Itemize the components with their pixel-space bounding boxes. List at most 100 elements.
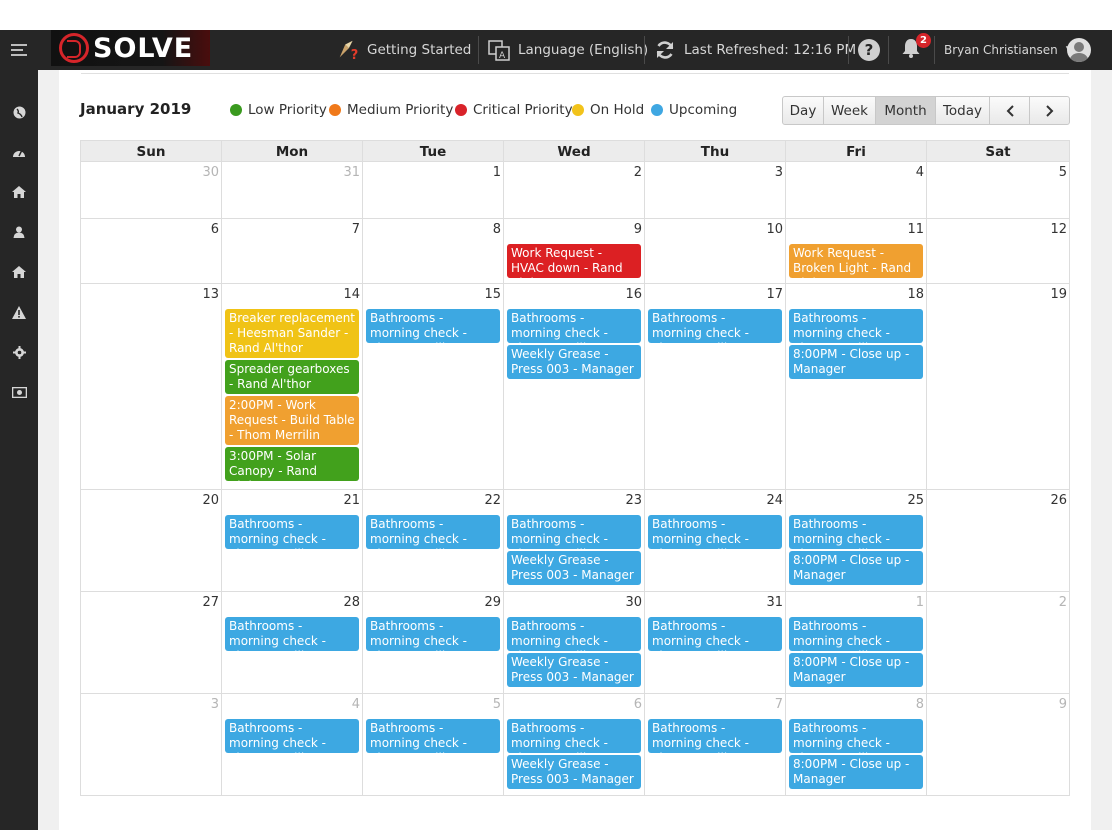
- user-menu[interactable]: Bryan Christiansen ▼: [944, 30, 1073, 70]
- calendar-event[interactable]: Bathrooms - morning check - Thom Merrili…: [648, 309, 782, 343]
- calendar-event[interactable]: Bathrooms - morning check - Thom Merrili…: [366, 309, 500, 343]
- calendar-event[interactable]: Bathrooms - morning check - Thom Merrili…: [366, 515, 500, 549]
- day-number[interactable]: 17: [766, 287, 783, 302]
- day-number[interactable]: 30: [202, 165, 219, 180]
- calendar-event[interactable]: Work Request - HVAC down - Rand Al'thor: [507, 244, 641, 278]
- calendar-day-cell[interactable]: 3: [81, 694, 222, 796]
- calendar-day-cell[interactable]: 3: [645, 162, 786, 219]
- calendar-day-cell[interactable]: 20: [81, 490, 222, 592]
- calendar-day-cell[interactable]: 10: [645, 219, 786, 284]
- week-view-button[interactable]: Week: [824, 97, 876, 124]
- day-number[interactable]: 19: [1050, 287, 1067, 302]
- calendar-day-cell[interactable]: 8 Bathrooms - morning check - Thom Merril…: [786, 694, 927, 796]
- calendar-day-cell[interactable]: 19: [927, 284, 1069, 490]
- day-number[interactable]: 10: [766, 222, 783, 237]
- calendar-day-cell[interactable]: 17 Bathrooms - morning check - Thom Merri…: [645, 284, 786, 490]
- calendar-event[interactable]: Bathrooms - morning check - Thom Merrili…: [507, 719, 641, 753]
- day-number[interactable]: 7: [352, 222, 360, 237]
- day-number[interactable]: 2: [1059, 595, 1067, 610]
- calendar-day-cell[interactable]: 5: [927, 162, 1069, 219]
- calendar-event[interactable]: Bathrooms - morning check - Thom Merrili…: [648, 515, 782, 549]
- calendar-day-cell[interactable]: 7 Bathrooms - morning check - Thom Merril…: [645, 694, 786, 796]
- calendar-event[interactable]: 8:00PM - Close up - Manager: [789, 345, 923, 379]
- day-number[interactable]: 31: [343, 165, 360, 180]
- gear-icon[interactable]: [0, 342, 38, 362]
- dashboard-icon[interactable]: [0, 142, 38, 162]
- day-number[interactable]: 29: [484, 595, 501, 610]
- calendar-event[interactable]: Weekly Grease - Press 003 - Manager: [507, 653, 641, 687]
- calendar-day-cell[interactable]: 2: [927, 592, 1069, 694]
- calendar-event[interactable]: Bathrooms - morning check - Thom Merrili…: [648, 719, 782, 753]
- day-number[interactable]: 5: [1059, 165, 1067, 180]
- calendar-event[interactable]: Weekly Grease - Press 003 - Manager: [507, 551, 641, 585]
- day-number[interactable]: 1: [916, 595, 924, 610]
- calendar-day-cell[interactable]: 5 Bathrooms - morning check - Thom Merril…: [363, 694, 504, 796]
- calendar-event[interactable]: Bathrooms - morning check - Thom Merrili…: [366, 617, 500, 651]
- day-number[interactable]: 2: [634, 165, 642, 180]
- globe-icon[interactable]: [0, 102, 38, 122]
- day-number[interactable]: 22: [484, 493, 501, 508]
- calendar-day-cell[interactable]: 1 Bathrooms - morning check - Thom Merril…: [786, 592, 927, 694]
- day-number[interactable]: 12: [1050, 222, 1067, 237]
- calendar-day-cell[interactable]: 12: [927, 219, 1069, 284]
- help-button[interactable]: ?: [858, 30, 880, 70]
- calendar-event[interactable]: Bathrooms - morning check - Thom Merrili…: [789, 719, 923, 753]
- calendar-day-cell[interactable]: 29 Bathrooms - morning check - Thom Merri…: [363, 592, 504, 694]
- day-number[interactable]: 23: [625, 493, 642, 508]
- calendar-day-cell[interactable]: 22 Bathrooms - morning check - Thom Merri…: [363, 490, 504, 592]
- calendar-event[interactable]: Breaker replacement - Heesman Sander - R…: [225, 309, 359, 358]
- calendar-day-cell[interactable]: 15 Bathrooms - morning check - Thom Merri…: [363, 284, 504, 490]
- calendar-day-cell[interactable]: 26: [927, 490, 1069, 592]
- calendar-day-cell[interactable]: 6 Bathrooms - morning check - Thom Merril…: [504, 694, 645, 796]
- month-view-button[interactable]: Month: [876, 97, 936, 124]
- calendar-day-cell[interactable]: 23 Bathrooms - morning check - Thom Merri…: [504, 490, 645, 592]
- calendar-event[interactable]: Bathrooms - morning check - Thom Merrili…: [789, 515, 923, 549]
- day-number[interactable]: 27: [202, 595, 219, 610]
- calendar-event[interactable]: Work Request - Broken Light - Rand Al'th…: [789, 244, 923, 278]
- day-number[interactable]: 13: [202, 287, 219, 302]
- day-number[interactable]: 26: [1050, 493, 1067, 508]
- calendar-day-cell[interactable]: 2: [504, 162, 645, 219]
- calendar-day-cell[interactable]: 25 Bathrooms - morning check - Thom Merri…: [786, 490, 927, 592]
- day-number[interactable]: 6: [211, 222, 219, 237]
- user-avatar[interactable]: [1067, 38, 1091, 62]
- day-number[interactable]: 3: [775, 165, 783, 180]
- calendar-event[interactable]: Bathrooms - morning check - Thom Merrili…: [507, 309, 641, 343]
- calendar-day-cell[interactable]: 7: [222, 219, 363, 284]
- day-number[interactable]: 16: [625, 287, 642, 302]
- calendar-event[interactable]: 8:00PM - Close up - Manager: [789, 755, 923, 789]
- calendar-event[interactable]: Bathrooms - morning check - Thom Merrili…: [789, 309, 923, 343]
- calendar-day-cell[interactable]: 14 Breaker replacement - Heesman Sander -…: [222, 284, 363, 490]
- day-number[interactable]: 21: [343, 493, 360, 508]
- calendar-event[interactable]: Spreader gearboxes - Rand Al'thor: [225, 360, 359, 394]
- calendar-day-cell[interactable]: 30: [81, 162, 222, 219]
- app-logo[interactable]: SOLVE: [51, 30, 210, 66]
- day-number[interactable]: 15: [484, 287, 501, 302]
- next-month-button[interactable]: [1030, 97, 1069, 124]
- calendar-event[interactable]: 2:00PM - Work Request - Build Table - Th…: [225, 396, 359, 445]
- day-number[interactable]: 20: [202, 493, 219, 508]
- day-number[interactable]: 5: [493, 697, 501, 712]
- day-number[interactable]: 9: [1059, 697, 1067, 712]
- calendar-event[interactable]: Weekly Grease - Press 003 - Manager: [507, 755, 641, 789]
- calendar-event[interactable]: Weekly Grease - Press 003 - Manager: [507, 345, 641, 379]
- calendar-day-cell[interactable]: 21 Bathrooms - morning check - Thom Merri…: [222, 490, 363, 592]
- warning-icon[interactable]: [0, 302, 38, 322]
- calendar-day-cell[interactable]: 9 Work Request - HVAC down - Rand Al'thor: [504, 219, 645, 284]
- day-number[interactable]: 25: [907, 493, 924, 508]
- calendar-day-cell[interactable]: 27: [81, 592, 222, 694]
- day-number[interactable]: 1: [493, 165, 501, 180]
- calendar-day-cell[interactable]: 30 Bathrooms - morning check - Thom Merri…: [504, 592, 645, 694]
- today-button[interactable]: Today: [936, 97, 990, 124]
- day-view-button[interactable]: Day: [783, 97, 824, 124]
- calendar-day-cell[interactable]: 18 Bathrooms - morning check - Thom Merri…: [786, 284, 927, 490]
- calendar-day-cell[interactable]: 4: [786, 162, 927, 219]
- user-icon[interactable]: [0, 222, 38, 242]
- calendar-day-cell[interactable]: 6: [81, 219, 222, 284]
- calendar-day-cell[interactable]: 1: [363, 162, 504, 219]
- home-alt-icon[interactable]: [0, 262, 38, 282]
- calendar-day-cell[interactable]: 8: [363, 219, 504, 284]
- refresh-button[interactable]: Last Refreshed: 12:16 PM: [653, 30, 856, 70]
- calendar-day-cell[interactable]: 11 Work Request - Broken Light - Rand Al'…: [786, 219, 927, 284]
- day-number[interactable]: 8: [493, 222, 501, 237]
